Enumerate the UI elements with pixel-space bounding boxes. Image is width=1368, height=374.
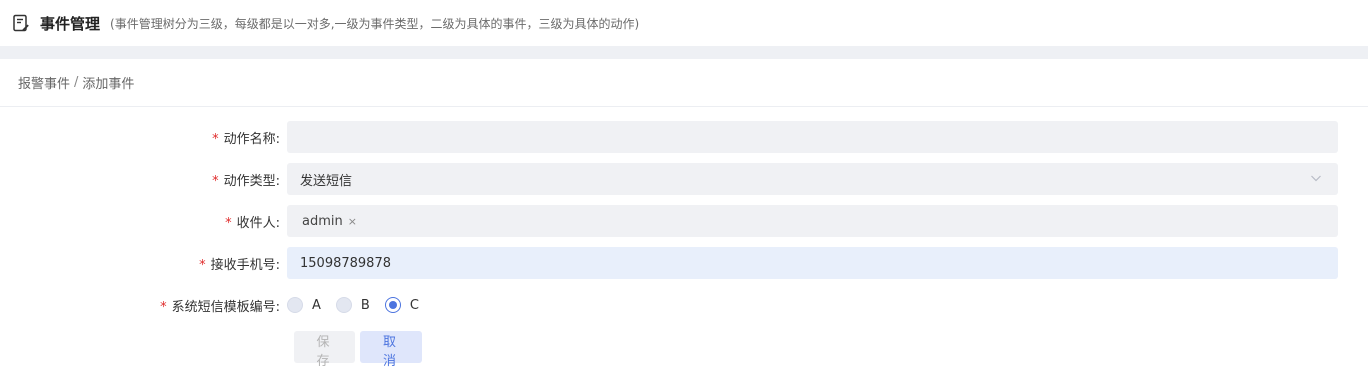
required-mark: * (212, 173, 219, 189)
breadcrumb-item-current: 添加事件 (82, 77, 135, 92)
action-type-label: * 动作类型: (212, 173, 280, 189)
form-row-recipient: * 收件人: admin × (0, 205, 1368, 237)
page-title: 事件管理 (40, 14, 101, 33)
form-row-sms-template: * 系统短信模板编号: A B C (0, 289, 1368, 321)
required-mark: * (199, 257, 206, 273)
required-mark: * (225, 215, 232, 231)
action-type-selected-value: 发送短信 (300, 173, 353, 189)
cancel-button[interactable]: 取消 (360, 331, 422, 369)
radio-option-label: A (312, 297, 321, 313)
form-actions: 保存 取消 (0, 331, 1368, 369)
required-mark: * (160, 299, 167, 315)
section-divider (0, 46, 1368, 59)
radio-option-c[interactable]: C (384, 297, 419, 313)
breadcrumb: 报警事件 / 添加事件 (0, 59, 1368, 107)
page-header: 事件管理 (事件管理树分为三级，每级都是以一对多,一级为事件类型，二级为具体的事… (0, 0, 1368, 46)
sms-template-label: * 系统短信模板编号: (160, 299, 280, 315)
radio-option-label: C (409, 297, 419, 313)
sms-template-radio-group: A B C (287, 289, 434, 321)
document-edit-icon (12, 14, 30, 32)
action-name-label: * 动作名称: (212, 131, 280, 147)
form-row-action-name: * 动作名称: (0, 121, 1368, 153)
radio-option-b[interactable]: B (335, 297, 370, 313)
form-row-action-type: * 动作类型: 发送短信 (0, 163, 1368, 195)
recipient-tag: admin × (300, 210, 359, 232)
breadcrumb-item-parent[interactable]: 报警事件 (18, 73, 70, 92)
form-row-phone: * 接收手机号: (0, 247, 1368, 279)
phone-label: * 接收手机号: (199, 257, 280, 273)
add-event-form: * 动作名称: * 动作类型: 发送短信 * 收件人: admin × * 接收… (0, 107, 1368, 369)
radio-circle[interactable] (335, 297, 352, 313)
recipient-multi-select[interactable]: admin × (287, 205, 1338, 237)
action-type-select[interactable]: 发送短信 (287, 163, 1338, 195)
action-name-field-wrapper (287, 121, 1338, 153)
page-subtitle: (事件管理树分为三级，每级都是以一对多,一级为事件类型，二级为具体的事件，三级为… (110, 16, 640, 31)
recipient-label: * 收件人: (225, 215, 280, 231)
radio-circle-checked[interactable] (384, 297, 401, 313)
radio-option-a[interactable]: A (287, 297, 321, 313)
breadcrumb-separator: / (74, 75, 79, 90)
radio-circle[interactable] (287, 297, 303, 313)
action-name-input[interactable] (300, 121, 1338, 153)
chevron-down-icon (1310, 172, 1322, 184)
radio-option-label: B (360, 297, 370, 313)
recipient-tag-label: admin (302, 213, 343, 229)
required-mark: * (212, 131, 219, 147)
phone-field-wrapper (287, 247, 1338, 279)
save-button[interactable]: 保存 (294, 331, 355, 369)
close-icon[interactable]: × (348, 215, 357, 228)
phone-input[interactable] (300, 247, 1338, 279)
